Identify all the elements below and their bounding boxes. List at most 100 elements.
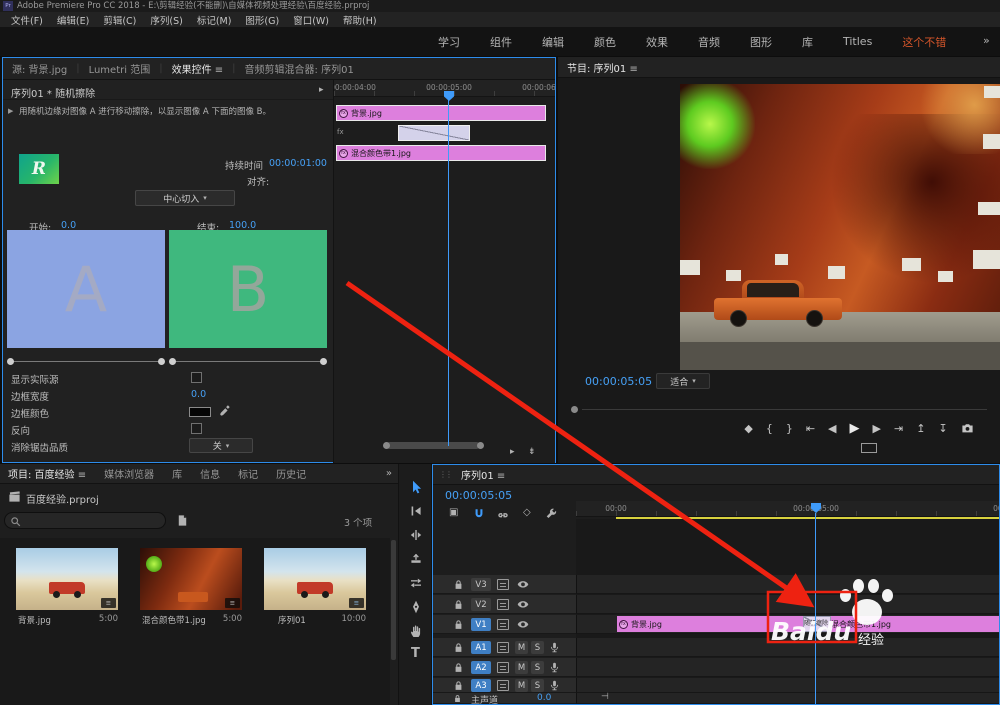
menu-markers[interactable]: 标记(M) <box>190 13 239 27</box>
master-level-value[interactable]: 0.0 <box>537 693 551 703</box>
solo-button[interactable]: S <box>531 661 544 674</box>
lock-icon[interactable] <box>453 642 464 653</box>
tab-info[interactable]: 信息 <box>191 466 229 481</box>
panel-menu-icon[interactable]: ≡ <box>78 470 86 481</box>
workspace-tab-graphics[interactable]: 图形 <box>750 34 772 50</box>
sync-lock-icon[interactable] <box>497 599 509 610</box>
media-item[interactable]: ≡ 背景.jpg 5:00 <box>16 548 118 634</box>
workspace-tab-learning[interactable]: 学习 <box>438 34 460 50</box>
track-output-eye-icon[interactable] <box>517 599 529 610</box>
menu-file[interactable]: 文件(F) <box>4 13 50 27</box>
mini-zoom-icon[interactable]: ▸ <box>510 447 515 457</box>
workspace-tab-color[interactable]: 颜色 <box>594 34 616 50</box>
workspace-tab-effects[interactable]: 效果 <box>646 34 668 50</box>
menu-sequence[interactable]: 序列(S) <box>143 13 189 27</box>
tab-overflow-icon[interactable]: » <box>386 468 398 479</box>
track-lane-a3[interactable] <box>576 678 999 693</box>
alignment-select[interactable]: 中心切入 ▾ <box>135 190 235 206</box>
timeline-ruler[interactable]: 00:00 00:00:05:00 00:00:10:00 <box>576 501 999 517</box>
add-marker-button[interactable]: ◆ <box>744 422 752 435</box>
tab-audio-clip-mixer[interactable]: 音频剪辑混合器: 序列01 <box>236 61 363 76</box>
track-badge-v3[interactable]: V3 <box>471 578 491 591</box>
mic-icon[interactable] <box>549 679 560 692</box>
tab-program-monitor[interactable]: 节目: 序列01 ≡ <box>558 60 647 75</box>
hand-tool[interactable] <box>409 624 423 638</box>
preview-a[interactable]: A <box>7 230 165 348</box>
end-slider-handle-left[interactable] <box>169 358 176 365</box>
fit-select[interactable]: 适合 ▾ <box>656 373 710 389</box>
panel-menu-icon[interactable]: ≡ <box>497 471 505 482</box>
workspace-tab-audio[interactable]: 音频 <box>698 34 720 50</box>
reverse-checkbox[interactable] <box>191 423 202 434</box>
tab-markers[interactable]: 标记 <box>229 466 267 481</box>
track-badge-v2[interactable]: V2 <box>471 598 491 611</box>
tab-source-monitor[interactable]: 源: 背景.jpg <box>3 61 76 76</box>
menu-edit[interactable]: 编辑(E) <box>50 13 96 27</box>
program-timecode[interactable]: 00:00:05:05 <box>585 375 652 388</box>
snap-button[interactable] <box>473 508 485 520</box>
type-tool[interactable]: T <box>411 646 420 661</box>
tab-libraries[interactable]: 库 <box>163 466 191 481</box>
sync-lock-icon[interactable] <box>497 680 509 691</box>
workspace-overflow-icon[interactable]: » <box>983 34 990 47</box>
track-select-forward-tool[interactable] <box>409 504 423 518</box>
comparison-view-button[interactable] <box>861 443 877 453</box>
project-file-name[interactable]: 百度经验.prproj <box>26 491 99 506</box>
start-slider-track[interactable] <box>13 361 161 362</box>
tab-media-browser[interactable]: 媒体浏览器 <box>95 466 163 481</box>
lift-button[interactable]: ↥ <box>916 422 925 435</box>
step-back-button[interactable]: ◀ <box>828 422 836 435</box>
workspace-tab-titles[interactable]: Titles <box>843 35 872 48</box>
end-slider-handle-right[interactable] <box>320 358 327 365</box>
mini-scrollbar-handle-right[interactable] <box>477 442 484 449</box>
lock-icon[interactable] <box>453 662 464 673</box>
program-zoom-track[interactable] <box>582 409 987 410</box>
track-badge-v1[interactable]: V1 <box>471 618 491 631</box>
scroll-right-icon[interactable]: ▸ <box>319 85 324 95</box>
search-field[interactable] <box>4 512 166 529</box>
end-slider-track[interactable] <box>175 361 323 362</box>
menu-clip[interactable]: 剪辑(C) <box>96 13 143 27</box>
go-to-out-button[interactable]: ⇥ <box>894 422 903 435</box>
nest-button[interactable]: ▣ <box>449 507 458 518</box>
ripple-edit-tool[interactable] <box>409 528 423 542</box>
timeline-settings-button[interactable] <box>545 508 557 520</box>
preview-b[interactable]: B <box>169 230 327 348</box>
selection-tool[interactable] <box>409 480 423 494</box>
mini-transition-clip[interactable] <box>398 125 470 141</box>
mini-clip-top[interactable]: fx 背景.jpg <box>336 105 546 121</box>
tab-lumetri-scopes[interactable]: Lumetri 范围 <box>80 61 160 76</box>
track-output-eye-icon[interactable] <box>517 579 529 590</box>
sync-lock-icon[interactable] <box>497 662 509 673</box>
workspace-tab-libraries[interactable]: 库 <box>802 34 813 50</box>
panel-grip-icon[interactable]: ⋮⋮ <box>433 470 457 479</box>
go-to-in-button[interactable]: ⇤ <box>806 422 815 435</box>
antialias-select[interactable]: 关 ▾ <box>189 438 253 453</box>
extract-button[interactable]: ↧ <box>938 422 947 435</box>
border-color-swatch[interactable] <box>189 407 211 417</box>
tab-history[interactable]: 历史记 <box>267 466 306 481</box>
track-lane-a2[interactable] <box>576 658 999 677</box>
step-forward-button[interactable]: ▶ <box>873 422 881 435</box>
mini-playhead-marker[interactable] <box>444 91 454 101</box>
start-slider-handle-right[interactable] <box>158 358 165 365</box>
sync-lock-icon[interactable] <box>497 579 509 590</box>
mini-scrollbar[interactable] <box>386 442 480 449</box>
project-scrollbar[interactable] <box>391 540 396 660</box>
tab-timeline[interactable]: 序列01 ≡ <box>457 467 509 482</box>
search-input[interactable] <box>25 514 160 527</box>
mic-icon[interactable] <box>549 641 560 654</box>
disclosure-icon[interactable]: ▶ <box>8 107 13 115</box>
track-badge-a3[interactable]: A3 <box>471 679 491 692</box>
media-item[interactable]: ≡ 混合颜色带1.jpg 5:00 <box>140 548 242 634</box>
mini-page-icon[interactable]: ⇟ <box>528 447 536 457</box>
lock-icon[interactable] <box>453 680 464 691</box>
mini-clip-bottom[interactable]: fx 混合颜色带1.jpg <box>336 145 546 161</box>
eyedropper-icon[interactable] <box>219 404 231 416</box>
border-width-value[interactable]: 0.0 <box>191 389 206 400</box>
mute-button[interactable]: M <box>515 679 528 692</box>
razor-tool[interactable] <box>409 552 423 566</box>
menu-graphics[interactable]: 图形(G) <box>238 13 286 27</box>
show-actual-sources-checkbox[interactable] <box>191 372 202 383</box>
track-badge-a1[interactable]: A1 <box>471 641 491 654</box>
